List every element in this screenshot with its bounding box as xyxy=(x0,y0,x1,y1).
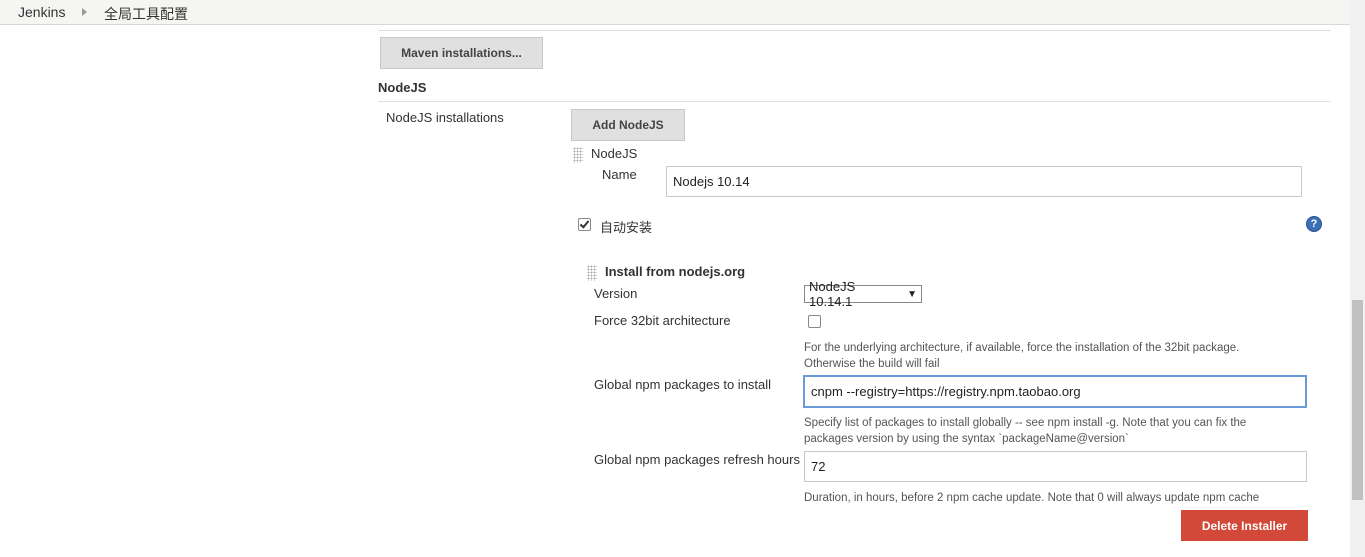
force32-help-line2: Otherwise the build will fail xyxy=(804,358,940,370)
breadcrumb-home-link[interactable]: Jenkins xyxy=(18,4,65,20)
npm-packages-input[interactable] xyxy=(803,375,1307,408)
refresh-hours-label: Global npm packages refresh hours xyxy=(594,452,800,467)
npm-packages-help-line2: packages version by using the syntax `pa… xyxy=(804,433,1129,445)
installer-title: Install from nodejs.org xyxy=(605,264,746,279)
force32-checkbox[interactable] xyxy=(808,315,821,328)
nodejs-name-input[interactable] xyxy=(666,166,1302,197)
divider xyxy=(378,30,1331,31)
installer-drag-handle-icon[interactable] xyxy=(587,265,597,281)
refresh-hours-help: Duration, in hours, before 2 npm cache u… xyxy=(804,492,1260,504)
breadcrumb-chevron-icon xyxy=(82,8,87,16)
nodejs-section-title: NodeJS xyxy=(378,80,427,95)
nodejs-installations-label: NodeJS installations xyxy=(386,110,504,125)
scrollbar-thumb[interactable] xyxy=(1352,300,1363,500)
question-icon[interactable]: ? xyxy=(1306,216,1322,232)
npm-packages-help-line1: Specify list of packages to install glob… xyxy=(804,417,1247,429)
dropdown-arrow-icon: ▼ xyxy=(907,288,917,300)
force32-help-line1: For the underlying architecture, if avai… xyxy=(804,342,1240,354)
refresh-hours-input[interactable] xyxy=(804,451,1307,482)
auto-install-checkbox[interactable] xyxy=(578,218,591,231)
npm-packages-label: Global npm packages to install xyxy=(594,377,772,392)
section-divider xyxy=(378,101,1331,102)
breadcrumb-current[interactable]: 全局工具配置 xyxy=(104,4,188,24)
delete-installer-button[interactable]: Delete Installer xyxy=(1181,510,1308,541)
force32-label: Force 32bit architecture xyxy=(594,313,731,328)
version-select-value: NodeJS 10.14.1 xyxy=(809,279,856,309)
version-label: Version xyxy=(594,286,638,301)
add-nodejs-button[interactable]: Add NodeJS xyxy=(571,109,685,141)
drag-handle-icon[interactable] xyxy=(573,147,583,163)
name-label: Name xyxy=(602,167,637,182)
version-select[interactable]: NodeJS 10.14.1 ▼ xyxy=(804,279,922,309)
nodejs-item-header: NodeJS xyxy=(591,146,638,161)
breadcrumb: Jenkins 全局工具配置 xyxy=(0,0,1350,25)
maven-installations-button[interactable]: Maven installations... xyxy=(380,37,543,69)
auto-install-label: 自动安装 xyxy=(600,220,653,235)
page-scrollbar[interactable] xyxy=(1350,0,1365,557)
